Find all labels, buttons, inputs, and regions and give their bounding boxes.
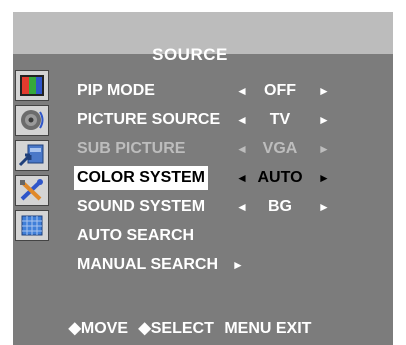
right-arrow-icon[interactable]: ► <box>232 253 244 277</box>
right-arrow-icon: ► <box>318 142 330 156</box>
row-label: PIP MODE <box>77 82 155 99</box>
row-value: VGA <box>262 140 298 157</box>
color-bars-icon[interactable] <box>15 70 49 101</box>
row-label: AUTO SEARCH <box>77 227 195 244</box>
menu-title: SOURCE <box>152 45 228 64</box>
footer-exit: MENU EXIT <box>224 320 312 337</box>
row-value: BG <box>268 198 292 215</box>
left-arrow-icon[interactable]: ◄ <box>236 166 248 190</box>
row-label: COLOR SYSTEM <box>74 166 209 190</box>
left-arrow-icon[interactable]: ◄ <box>236 195 248 219</box>
row-value: OFF <box>264 82 296 99</box>
footer-select: ◆SELECT <box>138 320 214 337</box>
row-label: MANUAL SEARCH <box>77 256 219 273</box>
footer-help: ◆MOVE ◆SELECT MENU EXIT <box>0 318 380 338</box>
footer-move: ◆MOVE <box>68 320 128 337</box>
grid-screen-icon[interactable] <box>15 210 49 241</box>
left-arrow-icon[interactable]: ◄ <box>236 79 248 103</box>
tools-icon[interactable] <box>15 175 49 206</box>
row-label: SUB PICTURE <box>77 140 186 157</box>
row-label: SOUND SYSTEM <box>77 198 206 215</box>
input-source-icon[interactable] <box>15 140 49 171</box>
right-arrow-icon[interactable]: ► <box>318 79 330 103</box>
row-value: AUTO <box>257 169 303 186</box>
speaker-icon[interactable] <box>15 105 49 136</box>
row-value: TV <box>269 111 291 128</box>
right-arrow-icon[interactable]: ► <box>318 195 330 219</box>
left-arrow-icon[interactable]: ◄ <box>236 108 248 132</box>
row-label: PICTURE SOURCE <box>77 111 221 128</box>
right-arrow-icon[interactable]: ► <box>318 108 330 132</box>
right-arrow-icon[interactable]: ► <box>318 166 330 190</box>
left-arrow-icon: ◄ <box>236 142 248 156</box>
